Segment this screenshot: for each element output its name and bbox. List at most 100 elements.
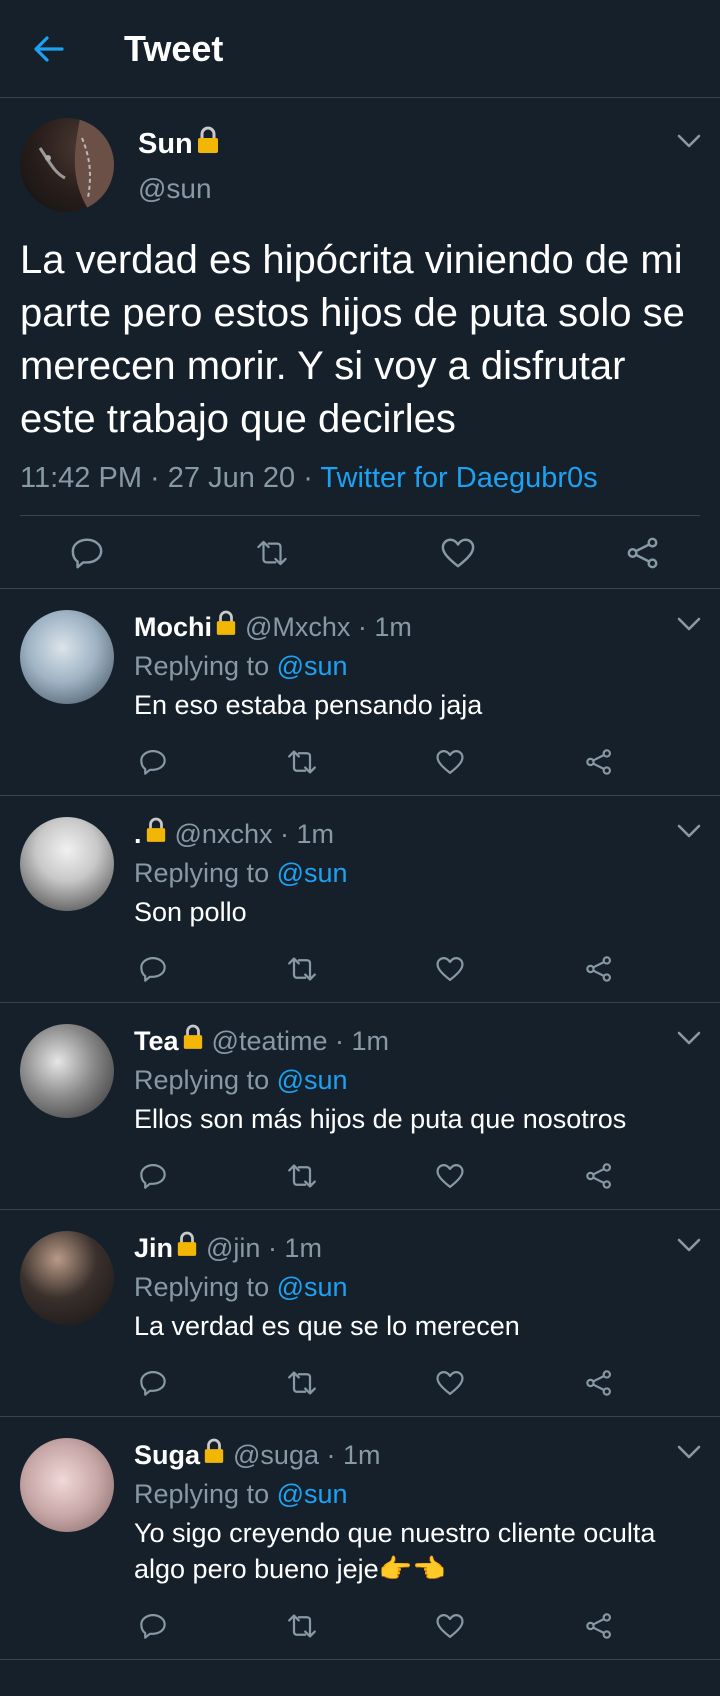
tweet-actions	[134, 1137, 700, 1209]
user-handle[interactable]: @Mxchx · 1m	[245, 610, 412, 644]
like-button[interactable]	[441, 536, 475, 570]
tweet-actions	[20, 516, 700, 588]
reply-text: Ellos son más hijos de puta que nosotros	[134, 1104, 627, 1134]
chevron-down-icon[interactable]	[676, 132, 702, 150]
user-name[interactable]: .	[134, 817, 142, 851]
mention-link[interactable]: @sun	[277, 1479, 348, 1509]
lock-icon	[145, 816, 167, 852]
replying-to: Replying to @sun	[134, 1065, 348, 1095]
chevron-down-icon[interactable]	[676, 1236, 702, 1254]
chevron-down-icon[interactable]	[676, 1443, 702, 1461]
replying-to: Replying to @sun	[134, 651, 348, 681]
main-tweet[interactable]: Sun @sun La verdad es hipócrita viniendo…	[0, 98, 720, 588]
reply-icon	[140, 1164, 166, 1189]
retweet-icon	[287, 957, 316, 981]
lock-icon	[203, 1437, 225, 1473]
share-icon	[586, 1613, 611, 1639]
meta-separator: ·	[295, 462, 321, 494]
reply-button[interactable]	[70, 536, 104, 570]
mention-link[interactable]: @sun	[277, 1065, 348, 1095]
retweet-button[interactable]	[285, 1609, 319, 1643]
user-name[interactable]: Mochi	[134, 610, 212, 644]
retweet-icon	[287, 1614, 316, 1638]
lock-icon	[182, 1023, 204, 1059]
like-button[interactable]	[433, 1609, 467, 1643]
share-icon	[586, 1163, 611, 1189]
mention-link[interactable]: @sun	[277, 858, 348, 888]
like-icon	[436, 1614, 464, 1638]
share-button[interactable]	[582, 952, 616, 986]
reply-button[interactable]	[136, 1609, 170, 1643]
lock-icon	[215, 609, 237, 645]
avatar[interactable]	[20, 610, 114, 704]
tweet-actions	[134, 1344, 700, 1416]
user-name[interactable]: Suga	[134, 1438, 200, 1472]
tweet-actions	[134, 930, 700, 1002]
share-icon	[627, 537, 658, 569]
back-arrow-icon	[34, 35, 64, 62]
retweet-button[interactable]	[285, 1159, 319, 1193]
retweet-button[interactable]	[285, 952, 319, 986]
reply-icon	[140, 750, 166, 775]
meta-separator: ·	[141, 462, 168, 494]
avatar[interactable]	[20, 118, 114, 212]
reply-text: En eso estaba pensando jaja	[134, 690, 483, 720]
like-icon	[441, 538, 474, 568]
user-display-name[interactable]: Sun	[138, 125, 220, 163]
like-icon	[436, 750, 464, 774]
share-button[interactable]	[626, 536, 660, 570]
reply-tweet[interactable]: Jin @jin · 1m Replying to @sun La verdad…	[0, 1210, 720, 1417]
avatar[interactable]	[20, 1024, 114, 1118]
reply-button[interactable]	[136, 1159, 170, 1193]
mention-link[interactable]: @sun	[277, 1272, 348, 1302]
tweet-actions	[134, 1587, 700, 1659]
mention-link[interactable]: @sun	[277, 651, 348, 681]
retweet-icon	[287, 1164, 316, 1188]
user-handle[interactable]: @jin · 1m	[206, 1231, 322, 1265]
chevron-down-icon[interactable]	[676, 615, 702, 633]
like-icon	[436, 957, 464, 981]
retweet-button[interactable]	[255, 536, 289, 570]
chevron-down-icon[interactable]	[676, 822, 702, 840]
share-button[interactable]	[582, 1609, 616, 1643]
retweet-button[interactable]	[285, 1366, 319, 1400]
reply-tweet[interactable]: Mochi @Mxchx · 1m Replying to @sun En es…	[0, 589, 720, 796]
reply-button[interactable]	[136, 1366, 170, 1400]
like-button[interactable]	[433, 952, 467, 986]
reply-text: La verdad es que se lo merecen	[134, 1311, 520, 1341]
user-handle[interactable]: @teatime · 1m	[212, 1024, 389, 1058]
reply-button[interactable]	[136, 952, 170, 986]
share-icon	[586, 956, 611, 982]
reply-tweet[interactable]: . @nxchx · 1m Replying to @sun Son pollo	[0, 796, 720, 1003]
user-handle[interactable]: @sun	[138, 173, 220, 205]
chevron-down-icon[interactable]	[676, 1029, 702, 1047]
share-button[interactable]	[582, 745, 616, 779]
share-button[interactable]	[582, 1159, 616, 1193]
retweet-button[interactable]	[285, 745, 319, 779]
like-button[interactable]	[433, 1159, 467, 1193]
user-name[interactable]: Jin	[134, 1231, 173, 1265]
user-name[interactable]: Tea	[134, 1024, 179, 1058]
tweet-source-link[interactable]: Twitter for Daegubr0s	[320, 462, 597, 494]
like-icon	[436, 1164, 464, 1188]
replying-to: Replying to @sun	[134, 858, 348, 888]
tweet-text: La verdad es hipócrita viniendo de mi pa…	[20, 238, 685, 441]
page-title: Tweet	[124, 27, 224, 69]
like-icon	[436, 1371, 464, 1395]
like-button[interactable]	[433, 1366, 467, 1400]
avatar[interactable]	[20, 1231, 114, 1325]
avatar[interactable]	[20, 817, 114, 911]
user-name: Sun	[138, 127, 193, 160]
user-handle[interactable]: @suga · 1m	[233, 1438, 380, 1472]
user-handle[interactable]: @nxchx · 1m	[175, 817, 334, 851]
reply-button[interactable]	[136, 745, 170, 779]
replies-list: Mochi @Mxchx · 1m Replying to @sun En es…	[0, 589, 720, 1660]
like-button[interactable]	[433, 745, 467, 779]
avatar[interactable]	[20, 1438, 114, 1532]
retweet-icon	[287, 750, 316, 774]
reply-tweet[interactable]: Tea @teatime · 1m Replying to @sun Ellos…	[0, 1003, 720, 1210]
reply-tweet[interactable]: Suga @suga · 1m Replying to @sun Yo sigo…	[0, 1417, 720, 1660]
share-button[interactable]	[582, 1366, 616, 1400]
back-button[interactable]	[26, 26, 72, 72]
reply-icon	[140, 1371, 166, 1396]
